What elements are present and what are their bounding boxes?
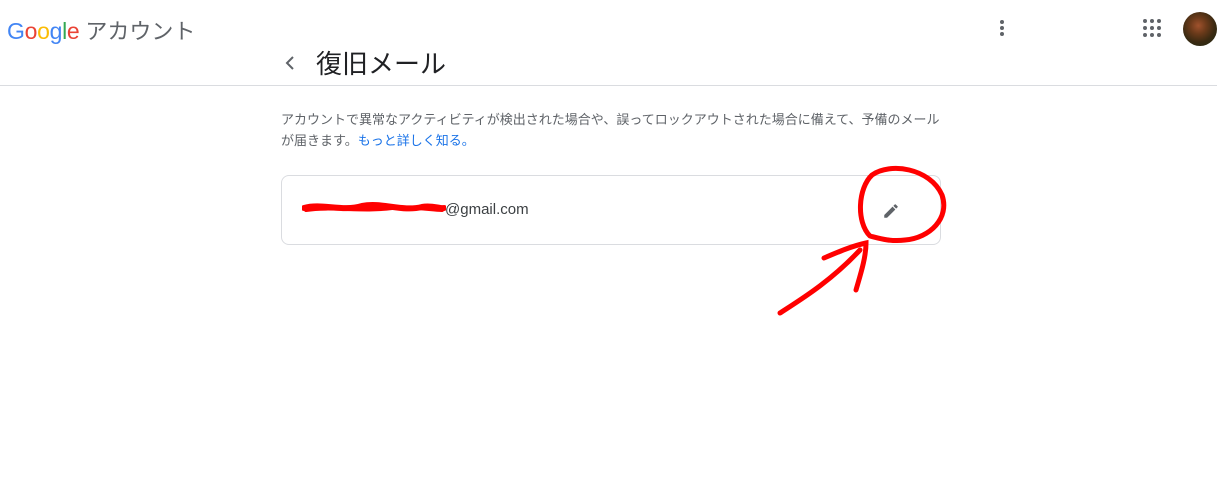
page-title: 復旧メール [316,50,447,80]
google-logo-wordmark: Google [7,18,80,44]
product-name: アカウント [85,19,196,44]
google-account-logo[interactable]: Google アカウント [7,14,195,46]
app-header: Google アカウント 復旧メール [0,0,1217,86]
redaction-scribble [302,202,446,212]
apps-grid-icon[interactable] [1140,16,1164,40]
page-title-row: 復旧メール [280,44,446,81]
edit-email-button[interactable] [876,196,906,226]
avatar[interactable] [1183,12,1217,46]
pencil-icon [884,204,898,218]
arrow-back-icon[interactable] [280,53,300,73]
learn-more-link[interactable]: もっと詳しく知る。 [358,134,475,149]
email-domain: @gmail.com [445,201,529,218]
more-vert-icon[interactable] [990,16,1014,40]
page-description: アカウントで異常なアクティビティが検出された場合や、誤ってロックアウトされた場合… [281,110,946,152]
